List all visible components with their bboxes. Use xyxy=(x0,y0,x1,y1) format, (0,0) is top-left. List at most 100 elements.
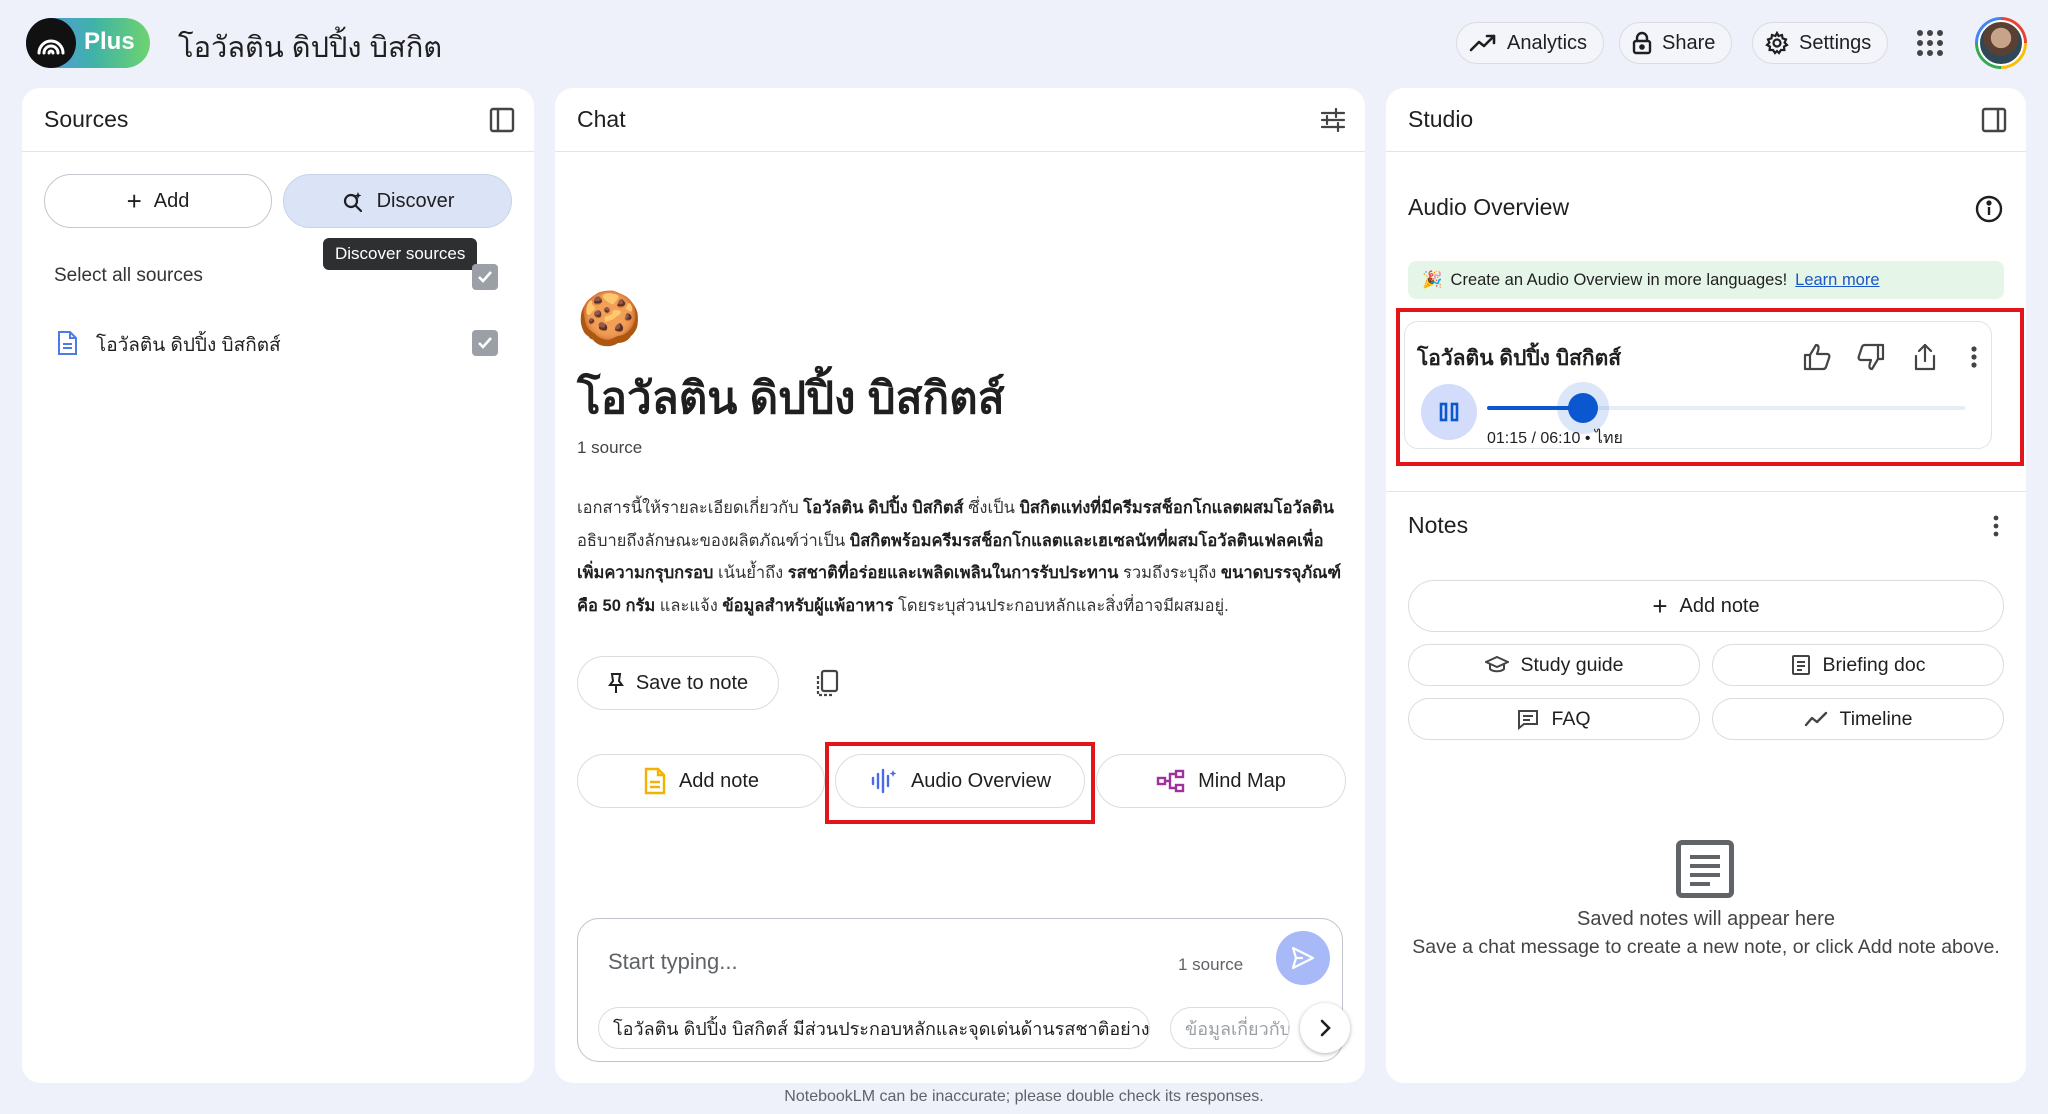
check-icon xyxy=(478,271,492,283)
send-icon xyxy=(1291,946,1315,970)
avatar[interactable] xyxy=(1975,17,2027,69)
select-all-checkbox[interactable] xyxy=(472,264,498,290)
plan-label: Plus xyxy=(84,28,135,55)
source-count: 1 source xyxy=(577,438,643,457)
cookie-emoji-icon: 🍪 xyxy=(577,290,642,348)
analytics-label: Analytics xyxy=(1507,31,1588,54)
pin-icon xyxy=(607,673,624,693)
chevron-right-icon xyxy=(1320,1019,1331,1037)
audio-overview-heading: Audio Overview xyxy=(1408,194,1570,220)
source-item-checkbox[interactable] xyxy=(472,330,498,356)
faq-button[interactable]: FAQ xyxy=(1408,698,1700,740)
summary-segment: ข้อมูลสำหรับผู้แพ้อาหาร xyxy=(722,596,894,615)
summary-segment: รวมถึงระบุถึง xyxy=(1118,564,1221,582)
chat-title: Chat xyxy=(577,106,626,132)
empty-notes-icon xyxy=(1676,840,1734,898)
faq-chat-icon xyxy=(1518,710,1539,730)
chat-composer: Start typing... 1 source โอวัลติน ดิปปิ้… xyxy=(577,918,1350,1062)
add-source-button[interactable]: + Add xyxy=(44,174,272,228)
studio-add-note-button[interactable]: + Add note xyxy=(1408,580,2004,632)
collapse-panel-icon[interactable] xyxy=(1980,106,2008,134)
mind-map-button[interactable]: Mind Map xyxy=(1096,754,1346,808)
party-emoji-icon: 🎉 xyxy=(1422,270,1443,289)
study-guide-label: Study guide xyxy=(1520,653,1624,676)
audio-overview-highlight-box xyxy=(825,742,1095,824)
studio-add-note-label: Add note xyxy=(1679,594,1760,617)
empty-notes-subtitle: Save a chat message to create a new note… xyxy=(1412,936,2000,958)
disclaimer: NotebookLM can be inaccurate; please dou… xyxy=(784,1088,1264,1105)
plus-icon: + xyxy=(1652,591,1668,621)
suggestion-chip[interactable]: ข้อมูลเกี่ยวกับ xyxy=(1170,1007,1290,1049)
graduation-cap-icon xyxy=(1484,655,1509,673)
save-to-note-button[interactable]: Save to note xyxy=(577,656,779,710)
summary-segment: บิสกิตแท่งที่มีครีมรสช็อกโกแลตผสมโอวัลติ… xyxy=(1019,499,1334,517)
briefing-doc-button[interactable]: Briefing doc xyxy=(1712,644,2004,686)
summary-segment: โดยระบุส่วนประกอบหลักและสิ่งที่อาจมีผสมอ… xyxy=(893,596,1229,615)
summary-segment: เอกสารนี้ให้รายละเอียดเกี่ยวกับ xyxy=(577,499,804,517)
composer-source-count: 1 source xyxy=(1178,955,1244,974)
analytics-button[interactable]: Analytics xyxy=(1456,22,1605,64)
lock-icon xyxy=(1632,31,1652,55)
gear-icon xyxy=(1765,31,1789,55)
chat-header: Chat xyxy=(555,88,1365,152)
document-icon xyxy=(58,331,77,355)
sources-title: Sources xyxy=(44,106,129,132)
share-button[interactable]: Share xyxy=(1619,22,1733,64)
studio-header: Studio xyxy=(1386,88,2026,152)
info-icon[interactable] xyxy=(1974,194,2004,224)
summary-segment: โอวัลติน ดิปปิ้ง บิสกิตส์ xyxy=(803,499,964,517)
timeline-label: Timeline xyxy=(1839,707,1913,730)
timeline-button[interactable]: Timeline xyxy=(1712,698,2004,740)
studio-title: Studio xyxy=(1408,106,1474,132)
faq-label: FAQ xyxy=(1551,707,1591,730)
share-label: Share xyxy=(1662,31,1716,54)
chat-panel: Chat 🍪 โอวัลติน ดิปปิ้ง บิสกิตส์ 1 sourc… xyxy=(555,88,1365,1083)
notes-more-vert-icon[interactable] xyxy=(1992,514,2000,538)
send-button[interactable] xyxy=(1276,931,1330,985)
save-to-note-label: Save to note xyxy=(635,671,749,694)
learn-more-link[interactable]: Learn more xyxy=(1795,271,1879,290)
study-guide-button[interactable]: Study guide xyxy=(1408,644,1700,686)
languages-banner: 🎉 Create an Audio Overview in more langu… xyxy=(1408,261,2004,299)
source-item-label: โอวัลติน ดิปปิ้ง บิสกิตส์ xyxy=(96,335,281,356)
note-icon xyxy=(644,767,666,795)
notebook-summary: เอกสารนี้ให้รายละเอียดเกี่ยวกับ โอวัลติน… xyxy=(577,492,1347,622)
divider xyxy=(1386,491,2026,492)
discover-sources-button[interactable]: Discover xyxy=(283,174,512,228)
chat-settings-sliders-icon[interactable] xyxy=(1319,106,1347,134)
summary-segment: เน้นย้ำถึง xyxy=(713,564,788,582)
sources-header: Sources xyxy=(22,88,534,152)
suggestion-chip-label: โอวัลติน ดิปปิ้ง บิสกิตส์ มีส่วนประกอบหล… xyxy=(613,1018,1150,1039)
notebook-title[interactable]: โอวัลติน ดิปปิ้ง บิสกิต xyxy=(178,24,442,70)
settings-label: Settings xyxy=(1799,31,1872,54)
suggestion-chip-label: ข้อมูลเกี่ยวกับ xyxy=(1185,1018,1290,1039)
copy-icon[interactable] xyxy=(813,668,841,698)
summary-segment: และแจ้ง xyxy=(655,596,723,615)
collapse-panel-icon[interactable] xyxy=(488,106,516,134)
notebook-heading: โอวัลติน ดิปปิ้ง บิสกิตส์ xyxy=(577,374,1005,423)
summary-segment: อธิบายถึงลักษณะของผลิตภัณฑ์ว่าเป็น xyxy=(577,531,850,550)
studio-panel: Studio Audio Overview 🎉 Create an Audio … xyxy=(1386,88,2026,1083)
summary-segment: ซึ่งเป็น xyxy=(963,499,1020,517)
apps-grid-icon[interactable] xyxy=(1917,30,1943,56)
trending-up-icon xyxy=(1469,34,1496,52)
chat-input[interactable]: Start typing... xyxy=(608,949,738,975)
audio-player-highlight-box xyxy=(1396,308,2024,466)
suggestions-next-button[interactable] xyxy=(1300,1003,1350,1053)
plus-icon: + xyxy=(126,186,142,216)
check-icon xyxy=(478,337,492,349)
top-bar: Plus โอวัลติน ดิปปิ้ง บิสกิต Analytics S… xyxy=(0,0,2048,86)
banner-text: Create an Audio Overview in more languag… xyxy=(1450,270,1788,289)
discover-search-icon xyxy=(343,192,362,213)
mind-map-icon xyxy=(1156,769,1185,793)
suggestion-chip[interactable]: โอวัลติน ดิปปิ้ง บิสกิตส์ มีส่วนประกอบหล… xyxy=(598,1007,1150,1049)
source-item[interactable]: โอวัลติน ดิปปิ้ง บิสกิตส์ xyxy=(44,316,514,364)
add-note-button[interactable]: Add note xyxy=(577,754,825,808)
briefing-doc-icon xyxy=(1791,655,1810,675)
mind-map-label: Mind Map xyxy=(1198,769,1286,792)
notebooklm-logo-icon[interactable] xyxy=(26,18,76,68)
add-note-label: Add note xyxy=(678,769,760,792)
discover-tooltip: Discover sources xyxy=(323,238,478,270)
sources-panel: Sources + Add Discover Discover sources … xyxy=(22,88,534,1083)
settings-button[interactable]: Settings xyxy=(1752,22,1889,64)
